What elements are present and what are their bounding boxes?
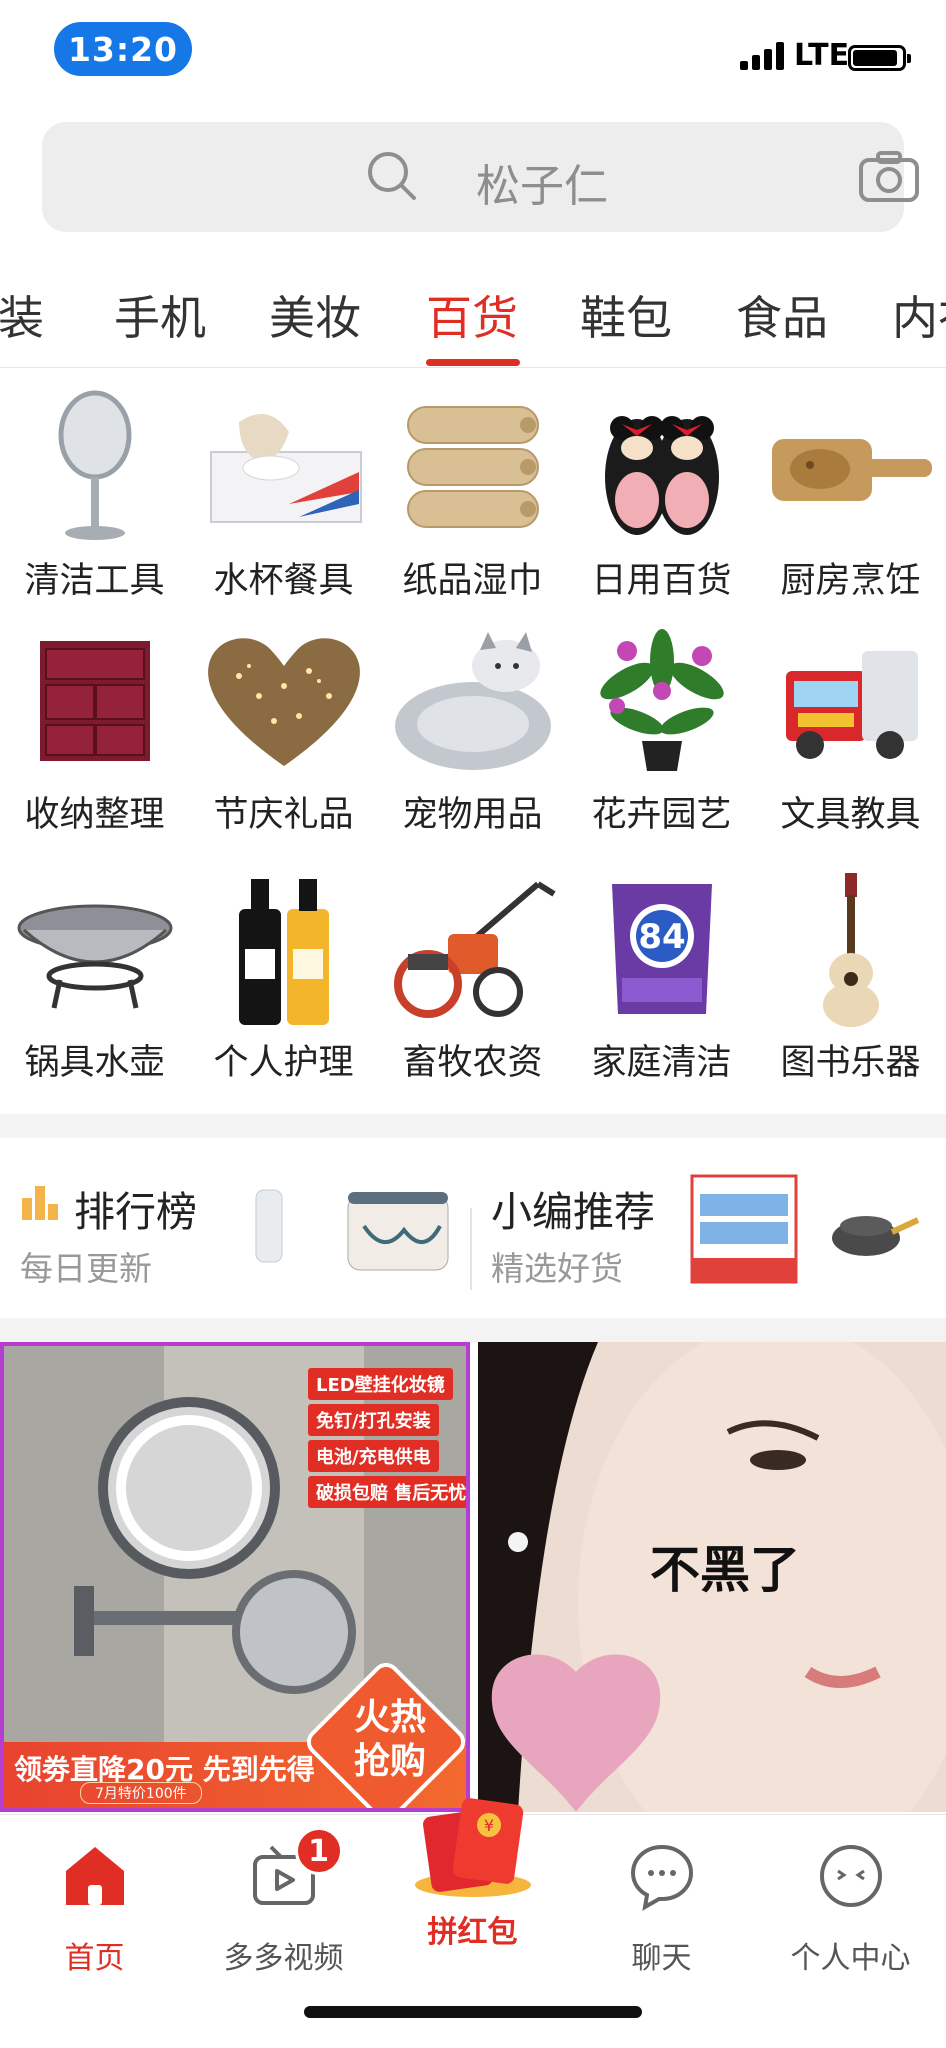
pet-bed-icon	[394, 632, 551, 770]
tab-underwear[interactable]: 内衣	[892, 282, 946, 348]
product-tag: 免钉/打孔安装	[308, 1404, 439, 1436]
ranking-row: 排行榜 每日更新 小编推荐 精选好货	[0, 1138, 946, 1318]
home-icon	[60, 1841, 130, 1911]
ukulele-icon	[822, 873, 879, 1027]
ranking-icon	[22, 1186, 58, 1220]
heart-lights-icon	[207, 638, 360, 766]
tab-shoes-bags[interactable]: 鞋包	[580, 282, 672, 348]
svg-text:84: 84	[638, 917, 685, 957]
tissue-box-icon	[209, 414, 362, 523]
video-badge: 1	[294, 1827, 343, 1875]
nav-red-envelope[interactable]: ¥ 拼红包	[378, 1789, 567, 1951]
category-garden[interactable]: 花卉园艺	[567, 616, 756, 837]
nav-home[interactable]: 首页	[0, 1841, 189, 1977]
status-bar: 13:20 LTE	[0, 0, 946, 110]
product-caption: 不黑了	[650, 1541, 800, 1599]
promo-subtext: 7月特价100件	[80, 1782, 202, 1804]
recommend-product-thumb[interactable]	[828, 1202, 920, 1262]
hot-badge-text: 火热抢购	[353, 1697, 426, 1782]
flower-pot-icon	[599, 629, 724, 771]
ranking-product-thumb[interactable]	[344, 1186, 452, 1274]
category-festive-gifts[interactable]: 节庆礼品	[189, 616, 378, 837]
mold-icon	[771, 439, 932, 501]
profile-icon	[816, 1841, 886, 1911]
ranking-product-thumb[interactable]	[252, 1186, 286, 1266]
video-icon: 1	[249, 1827, 343, 1911]
drawer-box-icon	[39, 641, 150, 761]
camera-icon[interactable]	[858, 150, 920, 204]
category-pet-supplies[interactable]: 宠物用品	[378, 616, 567, 837]
product-card-mirror[interactable]: LED壁挂化妆镜 免钉/打孔安装 电池/充电供电 破损包赔 售后无忧 领劵直降2…	[0, 1342, 470, 1812]
category-books-instruments[interactable]: 图书乐器	[756, 864, 945, 1085]
svg-text:¥: ¥	[483, 1816, 493, 1835]
product-tag: LED壁挂化妆镜	[308, 1368, 453, 1400]
search-placeholder: 松子仁	[476, 161, 608, 212]
nav-profile[interactable]: 个人中心	[756, 1841, 945, 1977]
nav-home-label: 首页	[64, 1941, 125, 1976]
ranking-divider	[470, 1208, 472, 1290]
recommend-subtitle: 精选好货	[491, 1249, 623, 1288]
tab-household[interactable]: 百货	[426, 282, 518, 348]
category-cups-tableware[interactable]: 水杯餐具	[189, 382, 378, 603]
nav-video-label: 多多视频	[223, 1941, 344, 1976]
nav-chat-label: 聊天	[631, 1941, 692, 1976]
recommend-product-thumb[interactable]	[690, 1174, 798, 1284]
home-indicator	[304, 2006, 642, 2018]
ranking-subtitle: 每日更新	[20, 1249, 152, 1288]
product-card-face[interactable]: 不黑了	[478, 1342, 946, 1812]
category-farming[interactable]: 畜牧农资	[378, 864, 567, 1085]
ranking-title[interactable]: 排行榜	[74, 1178, 197, 1238]
wok-icon	[17, 904, 172, 1009]
nav-chat[interactable]: 聊天	[567, 1841, 756, 1977]
chat-icon	[627, 1841, 697, 1911]
section-divider	[0, 1114, 946, 1138]
network-label: LTE	[794, 38, 850, 73]
paper-rolls-icon	[406, 406, 539, 528]
category-cleaning-tools[interactable]: 清洁工具	[0, 382, 189, 603]
category-tabs: 女装 手机 美妆 百货 鞋包 食品 内衣	[0, 270, 946, 368]
detergent-bag-icon: 84	[611, 884, 712, 1014]
shampoo-bottles-icon	[238, 879, 329, 1025]
tab-womens[interactable]: 女装	[0, 282, 44, 348]
signal-icon	[740, 42, 788, 70]
product-tag: 破损包赔 售后无忧	[308, 1476, 466, 1508]
active-tab-indicator	[426, 359, 520, 366]
recommend-title[interactable]: 小编推荐	[491, 1178, 655, 1238]
tiller-icon	[393, 881, 556, 1018]
tab-beauty[interactable]: 美妆	[269, 282, 361, 348]
red-envelope-icon: ¥	[413, 1789, 533, 1899]
vanity-mirror-icon	[58, 390, 131, 540]
category-stationery[interactable]: 文具教具	[756, 616, 945, 837]
slippers-icon	[604, 416, 719, 535]
category-paper-wipes[interactable]: 纸品湿巾	[378, 382, 567, 603]
category-kitchen-cooking[interactable]: 厨房烹饪	[756, 382, 945, 603]
nav-profile-label: 个人中心	[790, 1941, 911, 1976]
nav-video[interactable]: 1 多多视频	[189, 1827, 378, 1977]
product-tag: 电池/充电供电	[308, 1440, 439, 1472]
category-storage[interactable]: 收纳整理	[0, 616, 189, 837]
search-icon	[368, 152, 416, 200]
category-daily-goods[interactable]: 日用百货	[567, 382, 756, 603]
search-bar[interactable]: 松子仁	[42, 122, 919, 232]
category-grid: 清洁工具 水杯餐具 纸品湿巾 日用百货 厨房烹饪 收纳整理 节庆礼品 宠物用品 …	[0, 372, 946, 1112]
category-home-cleaning[interactable]: 84 家庭清洁	[567, 864, 756, 1085]
tab-food[interactable]: 食品	[736, 282, 828, 348]
tab-phones[interactable]: 手机	[114, 282, 206, 348]
category-pots-kettles[interactable]: 锅具水壶	[0, 864, 189, 1085]
category-personal-care[interactable]: 个人护理	[189, 864, 378, 1085]
section-divider	[0, 1318, 946, 1342]
nav-red-envelope-label: 拼红包	[427, 1915, 518, 1950]
battery-icon	[848, 45, 911, 71]
toy-truck-icon	[785, 651, 918, 759]
status-time: 13:20	[54, 22, 192, 76]
